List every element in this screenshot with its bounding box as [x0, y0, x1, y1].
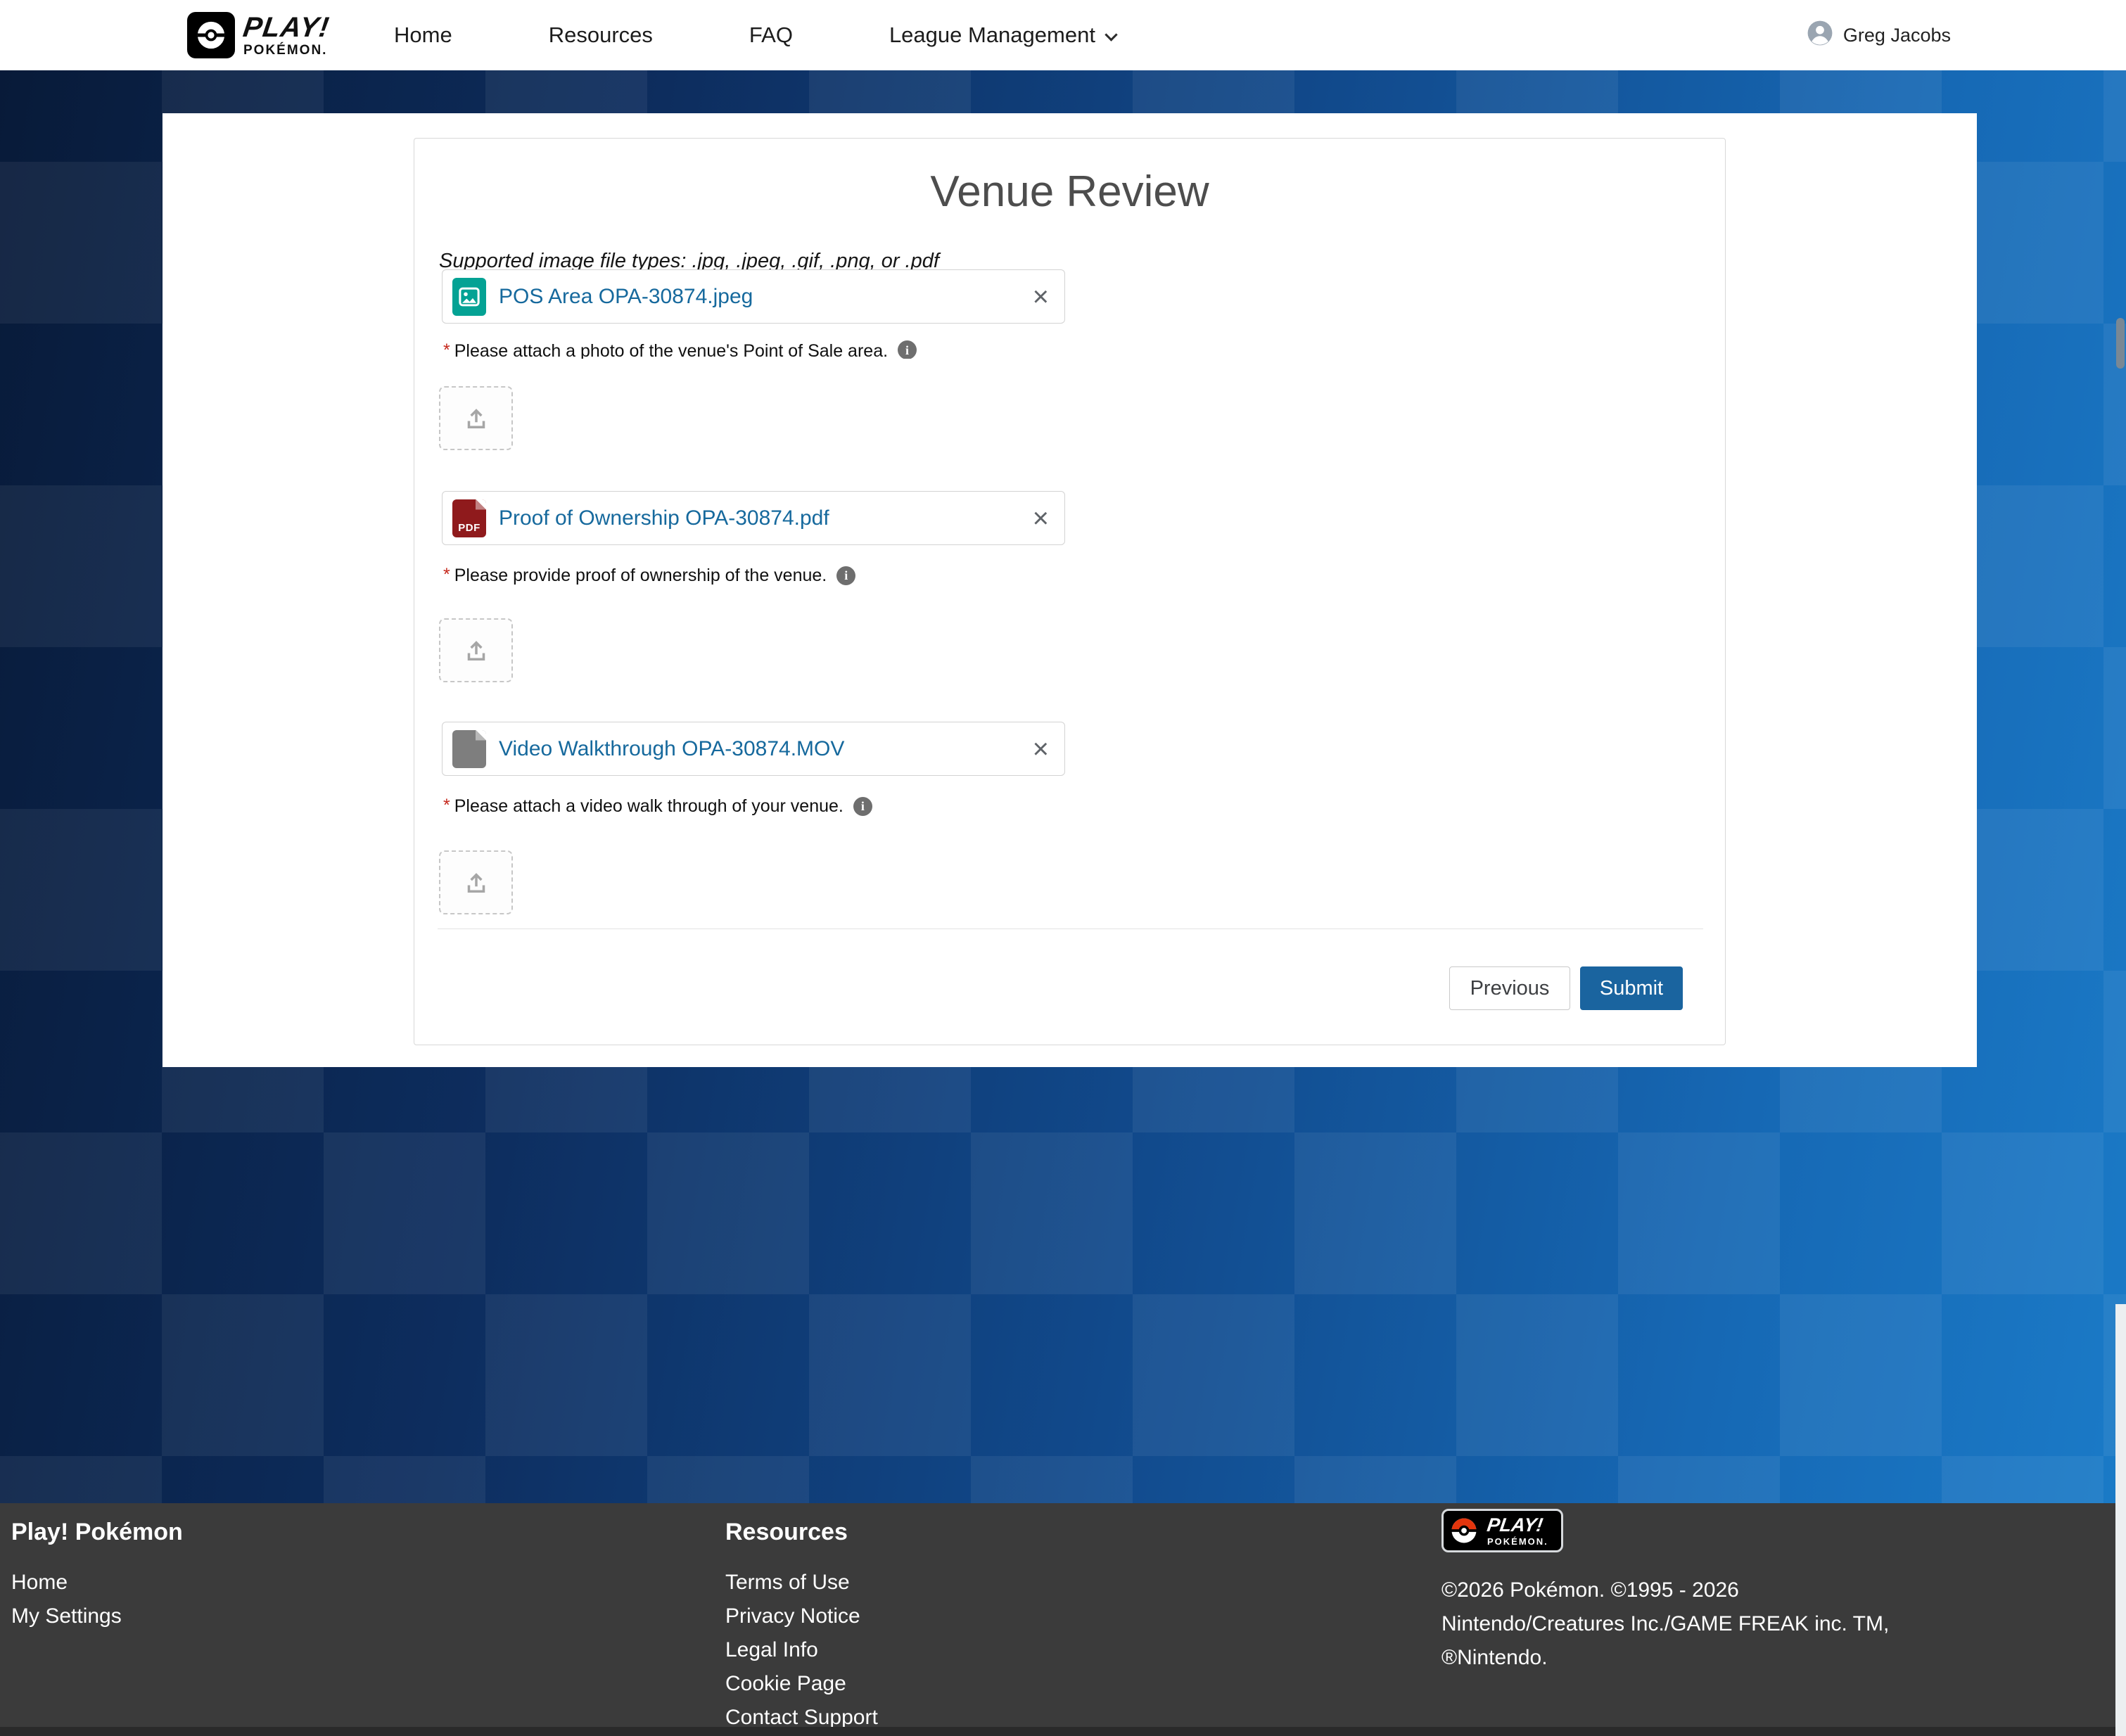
file-requirement-text: * Please attach a photo of the venue's P…: [443, 340, 917, 359]
footer-brand-logo: PLAY! POKÉMON.: [1441, 1509, 1563, 1552]
footer-link-legal-info[interactable]: Legal Info: [725, 1638, 818, 1662]
copyright-line: ®Nintendo.: [1441, 1641, 1889, 1675]
required-asterisk: *: [443, 564, 450, 585]
footer-heading-play-pokemon: Play! Pokémon: [11, 1519, 183, 1546]
file-chip-video-walkthrough[interactable]: Video Walkthrough OPA-30874.MOV ×: [442, 722, 1065, 776]
scrollbar-track[interactable]: [2115, 1304, 2126, 1736]
info-icon[interactable]: i: [853, 797, 872, 816]
user-name: Greg Jacobs: [1843, 25, 1951, 46]
nav-league-management[interactable]: League Management: [889, 23, 1116, 48]
file-requirement-text: * Please attach a video walk through of …: [443, 796, 872, 817]
info-icon[interactable]: i: [898, 340, 917, 359]
requirement-label: Please attach a video walk through of yo…: [454, 796, 844, 817]
brand-logo[interactable]: PLAY! POKÉMON.: [187, 12, 329, 58]
previous-button[interactable]: Previous: [1449, 966, 1570, 1010]
brand-pokemon-text: POKÉMON.: [1487, 1537, 1548, 1546]
copyright-line: ©2026 Pokémon. ©1995 - 2026: [1441, 1574, 1889, 1607]
page-title: Venue Review: [414, 167, 1725, 217]
avatar-icon: [1807, 20, 1833, 51]
upload-icon: [462, 636, 491, 665]
venue-review-card: Venue Review Supported image file types:…: [414, 138, 1726, 1045]
file-chip-proof-of-ownership[interactable]: PDF Proof of Ownership OPA-30874.pdf ×: [442, 491, 1065, 545]
nav-league-management-label: League Management: [889, 23, 1095, 47]
copyright-line: Nintendo/Creatures Inc./GAME FREAK inc. …: [1441, 1607, 1889, 1641]
brand-pokemon-text: POKÉMON.: [243, 44, 329, 57]
footer-link-terms-of-use[interactable]: Terms of Use: [725, 1571, 850, 1595]
upload-dropzone[interactable]: [439, 850, 513, 914]
file-link[interactable]: Proof of Ownership OPA-30874.pdf: [499, 506, 1031, 530]
required-asterisk: *: [443, 795, 450, 816]
remove-file-button[interactable]: ×: [1031, 735, 1050, 763]
unknown-doctype-icon: [452, 730, 486, 768]
content-panel: Venue Review Supported image file types:…: [163, 113, 1977, 1067]
file-chip-pos-area[interactable]: POS Area OPA-30874.jpeg ×: [442, 269, 1065, 324]
brand-wordmark: PLAY! POKÉMON.: [243, 13, 329, 57]
footer-bottom-strip: [0, 1727, 2126, 1736]
copyright-text: ©2026 Pokémon. ©1995 - 2026 Nintendo/Cre…: [1441, 1574, 1889, 1675]
footer: Play! Pokémon Home My Settings Resources…: [0, 1503, 2126, 1736]
upload-dropzone[interactable]: [439, 618, 513, 682]
submit-button[interactable]: Submit: [1580, 966, 1683, 1010]
nav-resources[interactable]: Resources: [549, 23, 653, 48]
nav-faq[interactable]: FAQ: [749, 23, 793, 48]
user-menu[interactable]: Greg Jacobs: [1807, 0, 1951, 70]
footer-link-home[interactable]: Home: [11, 1571, 68, 1595]
navbar: PLAY! POKÉMON. Home Resources FAQ League…: [0, 0, 2126, 70]
requirement-label: Please provide proof of ownership of the…: [454, 565, 827, 586]
nav-home[interactable]: Home: [394, 23, 452, 48]
pdf-badge: PDF: [452, 522, 486, 534]
footer-link-privacy-notice[interactable]: Privacy Notice: [725, 1604, 860, 1628]
file-link[interactable]: Video Walkthrough OPA-30874.MOV: [499, 737, 1031, 761]
brand-play-text: PLAY!: [241, 13, 331, 42]
footer-brand-wordmark: PLAY! POKÉMON.: [1487, 1516, 1548, 1546]
chevron-down-icon: [1105, 28, 1117, 41]
footer-link-contact-support[interactable]: Contact Support: [725, 1706, 878, 1730]
pdf-doctype-icon: PDF: [452, 499, 486, 537]
remove-file-button[interactable]: ×: [1031, 283, 1050, 311]
footer-heading-resources: Resources: [725, 1519, 848, 1546]
requirement-label: Please attach a photo of the venue's Poi…: [454, 340, 888, 359]
pokeball-icon: [1449, 1516, 1479, 1545]
pokeball-icon: [187, 12, 235, 58]
footer-link-cookie-page[interactable]: Cookie Page: [725, 1672, 846, 1696]
footer-divider: [438, 928, 1703, 929]
required-asterisk: *: [443, 340, 450, 359]
primary-nav: Home Resources FAQ League Management: [394, 23, 1116, 48]
upload-dropzone[interactable]: [439, 386, 513, 450]
page: PLAY! POKÉMON. Home Resources FAQ League…: [0, 0, 2126, 1736]
remove-file-button[interactable]: ×: [1031, 504, 1050, 532]
image-doctype-icon: [452, 278, 486, 316]
file-requirement-text: * Please provide proof of ownership of t…: [443, 565, 855, 586]
footer-link-my-settings[interactable]: My Settings: [11, 1604, 122, 1628]
info-icon[interactable]: i: [836, 566, 855, 585]
scrollbar-thumb[interactable]: [2116, 318, 2125, 369]
brand-play-text: PLAY!: [1486, 1516, 1550, 1535]
upload-icon: [462, 868, 491, 898]
upload-icon: [462, 404, 491, 433]
file-link[interactable]: POS Area OPA-30874.jpeg: [499, 285, 1031, 309]
